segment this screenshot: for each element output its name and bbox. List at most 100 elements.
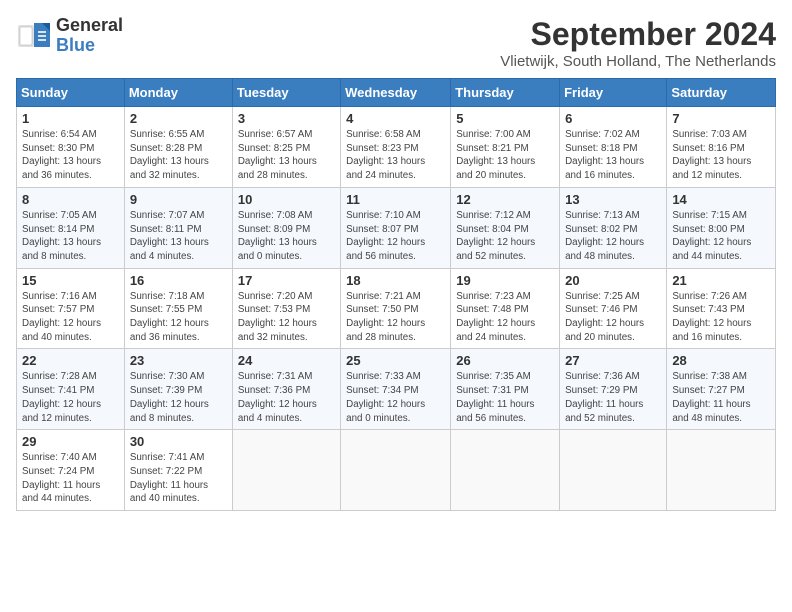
weekday-header-tuesday: Tuesday	[232, 79, 340, 107]
day-info: Sunrise: 7:08 AM Sunset: 8:09 PM Dayligh…	[238, 209, 335, 264]
calendar-cell: 2 Sunrise: 6:55 AM Sunset: 8:28 PM Daylig…	[124, 107, 232, 188]
day-number: 12	[456, 192, 554, 207]
calendar-cell: 24 Sunrise: 7:31 AM Sunset: 7:36 PM Dayli…	[232, 349, 340, 430]
calendar-cell: 5 Sunrise: 7:00 AM Sunset: 8:21 PM Daylig…	[451, 107, 560, 188]
day-number: 25	[346, 353, 445, 368]
day-info: Sunrise: 7:21 AM Sunset: 7:50 PM Dayligh…	[346, 290, 445, 345]
calendar-cell: 11 Sunrise: 7:10 AM Sunset: 8:07 PM Dayli…	[341, 187, 451, 268]
day-number: 6	[565, 111, 661, 126]
calendar-cell	[451, 430, 560, 511]
calendar-cell: 18 Sunrise: 7:21 AM Sunset: 7:50 PM Dayli…	[341, 268, 451, 349]
calendar-cell: 1 Sunrise: 6:54 AM Sunset: 8:30 PM Daylig…	[17, 107, 125, 188]
day-info: Sunrise: 7:31 AM Sunset: 7:36 PM Dayligh…	[238, 370, 335, 425]
logo: General Blue	[16, 16, 123, 56]
day-info: Sunrise: 7:07 AM Sunset: 8:11 PM Dayligh…	[130, 209, 227, 264]
day-number: 11	[346, 192, 445, 207]
day-info: Sunrise: 7:35 AM Sunset: 7:31 PM Dayligh…	[456, 370, 554, 425]
day-number: 5	[456, 111, 554, 126]
day-number: 16	[130, 273, 227, 288]
day-info: Sunrise: 7:28 AM Sunset: 7:41 PM Dayligh…	[22, 370, 119, 425]
calendar-cell: 14 Sunrise: 7:15 AM Sunset: 8:00 PM Dayli…	[667, 187, 776, 268]
weekday-header-friday: Friday	[560, 79, 667, 107]
calendar-table: SundayMondayTuesdayWednesdayThursdayFrid…	[16, 78, 776, 511]
calendar-cell: 30Sunrise: 7:41 AM Sunset: 7:22 PM Dayli…	[124, 430, 232, 511]
day-number: 19	[456, 273, 554, 288]
day-info: Sunrise: 7:10 AM Sunset: 8:07 PM Dayligh…	[346, 209, 445, 264]
day-info: Sunrise: 7:00 AM Sunset: 8:21 PM Dayligh…	[456, 128, 554, 183]
day-info: Sunrise: 7:41 AM Sunset: 7:22 PM Dayligh…	[130, 451, 227, 506]
calendar-cell	[341, 430, 451, 511]
day-info: Sunrise: 7:20 AM Sunset: 7:53 PM Dayligh…	[238, 290, 335, 345]
day-info: Sunrise: 7:36 AM Sunset: 7:29 PM Dayligh…	[565, 370, 661, 425]
logo-blue: Blue	[56, 36, 123, 56]
calendar-cell: 3Sunrise: 6:57 AM Sunset: 8:25 PM Daylig…	[232, 107, 340, 188]
calendar-cell: 27 Sunrise: 7:36 AM Sunset: 7:29 PM Dayli…	[560, 349, 667, 430]
day-number: 23	[130, 353, 227, 368]
calendar-cell	[232, 430, 340, 511]
calendar-cell: 4 Sunrise: 6:58 AM Sunset: 8:23 PM Daylig…	[341, 107, 451, 188]
day-number: 17	[238, 273, 335, 288]
day-number: 1	[22, 111, 119, 126]
calendar-cell: 23 Sunrise: 7:30 AM Sunset: 7:39 PM Dayli…	[124, 349, 232, 430]
calendar-cell: 20 Sunrise: 7:25 AM Sunset: 7:46 PM Dayli…	[560, 268, 667, 349]
day-number: 15	[22, 273, 119, 288]
title-section: September 2024 Vlietwijk, South Holland,…	[500, 16, 776, 70]
day-info: Sunrise: 7:25 AM Sunset: 7:46 PM Dayligh…	[565, 290, 661, 345]
day-number: 20	[565, 273, 661, 288]
day-number: 14	[672, 192, 770, 207]
day-number: 8	[22, 192, 119, 207]
calendar-cell: 25 Sunrise: 7:33 AM Sunset: 7:34 PM Dayli…	[341, 349, 451, 430]
weekday-header-saturday: Saturday	[667, 79, 776, 107]
day-number: 4	[346, 111, 445, 126]
day-number: 28	[672, 353, 770, 368]
day-info: Sunrise: 7:40 AM Sunset: 7:24 PM Dayligh…	[22, 451, 119, 506]
calendar-cell: 12 Sunrise: 7:12 AM Sunset: 8:04 PM Dayli…	[451, 187, 560, 268]
day-number: 10	[238, 192, 335, 207]
day-info: Sunrise: 7:02 AM Sunset: 8:18 PM Dayligh…	[565, 128, 661, 183]
calendar-cell: 13 Sunrise: 7:13 AM Sunset: 8:02 PM Dayli…	[560, 187, 667, 268]
day-info: Sunrise: 7:23 AM Sunset: 7:48 PM Dayligh…	[456, 290, 554, 345]
page-header: General Blue September 2024 Vlietwijk, S…	[16, 16, 776, 70]
day-number: 9	[130, 192, 227, 207]
weekday-header-thursday: Thursday	[451, 79, 560, 107]
day-info: Sunrise: 7:26 AM Sunset: 7:43 PM Dayligh…	[672, 290, 770, 345]
calendar-cell: 26 Sunrise: 7:35 AM Sunset: 7:31 PM Dayli…	[451, 349, 560, 430]
calendar-cell	[667, 430, 776, 511]
day-number: 13	[565, 192, 661, 207]
calendar-cell: 10 Sunrise: 7:08 AM Sunset: 8:09 PM Dayli…	[232, 187, 340, 268]
day-info: Sunrise: 7:03 AM Sunset: 8:16 PM Dayligh…	[672, 128, 770, 183]
day-info: Sunrise: 7:05 AM Sunset: 8:14 PM Dayligh…	[22, 209, 119, 264]
day-info: Sunrise: 7:30 AM Sunset: 7:39 PM Dayligh…	[130, 370, 227, 425]
month-title: September 2024	[500, 16, 776, 53]
day-number: 26	[456, 353, 554, 368]
day-info: Sunrise: 7:16 AM Sunset: 7:57 PM Dayligh…	[22, 290, 119, 345]
location: Vlietwijk, South Holland, The Netherland…	[500, 53, 776, 70]
day-number: 21	[672, 273, 770, 288]
day-info: Sunrise: 7:15 AM Sunset: 8:00 PM Dayligh…	[672, 209, 770, 264]
calendar-cell: 8 Sunrise: 7:05 AM Sunset: 8:14 PM Daylig…	[17, 187, 125, 268]
day-number: 29	[22, 434, 119, 449]
calendar-cell: 6 Sunrise: 7:02 AM Sunset: 8:18 PM Daylig…	[560, 107, 667, 188]
day-number: 7	[672, 111, 770, 126]
day-info: Sunrise: 6:55 AM Sunset: 8:28 PM Dayligh…	[130, 128, 227, 183]
weekday-header-wednesday: Wednesday	[341, 79, 451, 107]
day-number: 3	[238, 111, 335, 126]
calendar-cell: 9 Sunrise: 7:07 AM Sunset: 8:11 PM Daylig…	[124, 187, 232, 268]
calendar-cell: 28 Sunrise: 7:38 AM Sunset: 7:27 PM Dayli…	[667, 349, 776, 430]
day-number: 27	[565, 353, 661, 368]
day-info: Sunrise: 7:18 AM Sunset: 7:55 PM Dayligh…	[130, 290, 227, 345]
calendar-cell: 16 Sunrise: 7:18 AM Sunset: 7:55 PM Dayli…	[124, 268, 232, 349]
day-info: Sunrise: 6:58 AM Sunset: 8:23 PM Dayligh…	[346, 128, 445, 183]
day-number: 2	[130, 111, 227, 126]
calendar-cell: 17 Sunrise: 7:20 AM Sunset: 7:53 PM Dayli…	[232, 268, 340, 349]
day-info: Sunrise: 7:38 AM Sunset: 7:27 PM Dayligh…	[672, 370, 770, 425]
day-info: Sunrise: 6:54 AM Sunset: 8:30 PM Dayligh…	[22, 128, 119, 183]
day-info: Sunrise: 7:13 AM Sunset: 8:02 PM Dayligh…	[565, 209, 661, 264]
day-number: 24	[238, 353, 335, 368]
day-info: Sunrise: 7:33 AM Sunset: 7:34 PM Dayligh…	[346, 370, 445, 425]
day-number: 22	[22, 353, 119, 368]
day-info: Sunrise: 7:12 AM Sunset: 8:04 PM Dayligh…	[456, 209, 554, 264]
calendar-cell: 15 Sunrise: 7:16 AM Sunset: 7:57 PM Dayli…	[17, 268, 125, 349]
calendar-cell: 29 Sunrise: 7:40 AM Sunset: 7:24 PM Dayli…	[17, 430, 125, 511]
day-number: 18	[346, 273, 445, 288]
